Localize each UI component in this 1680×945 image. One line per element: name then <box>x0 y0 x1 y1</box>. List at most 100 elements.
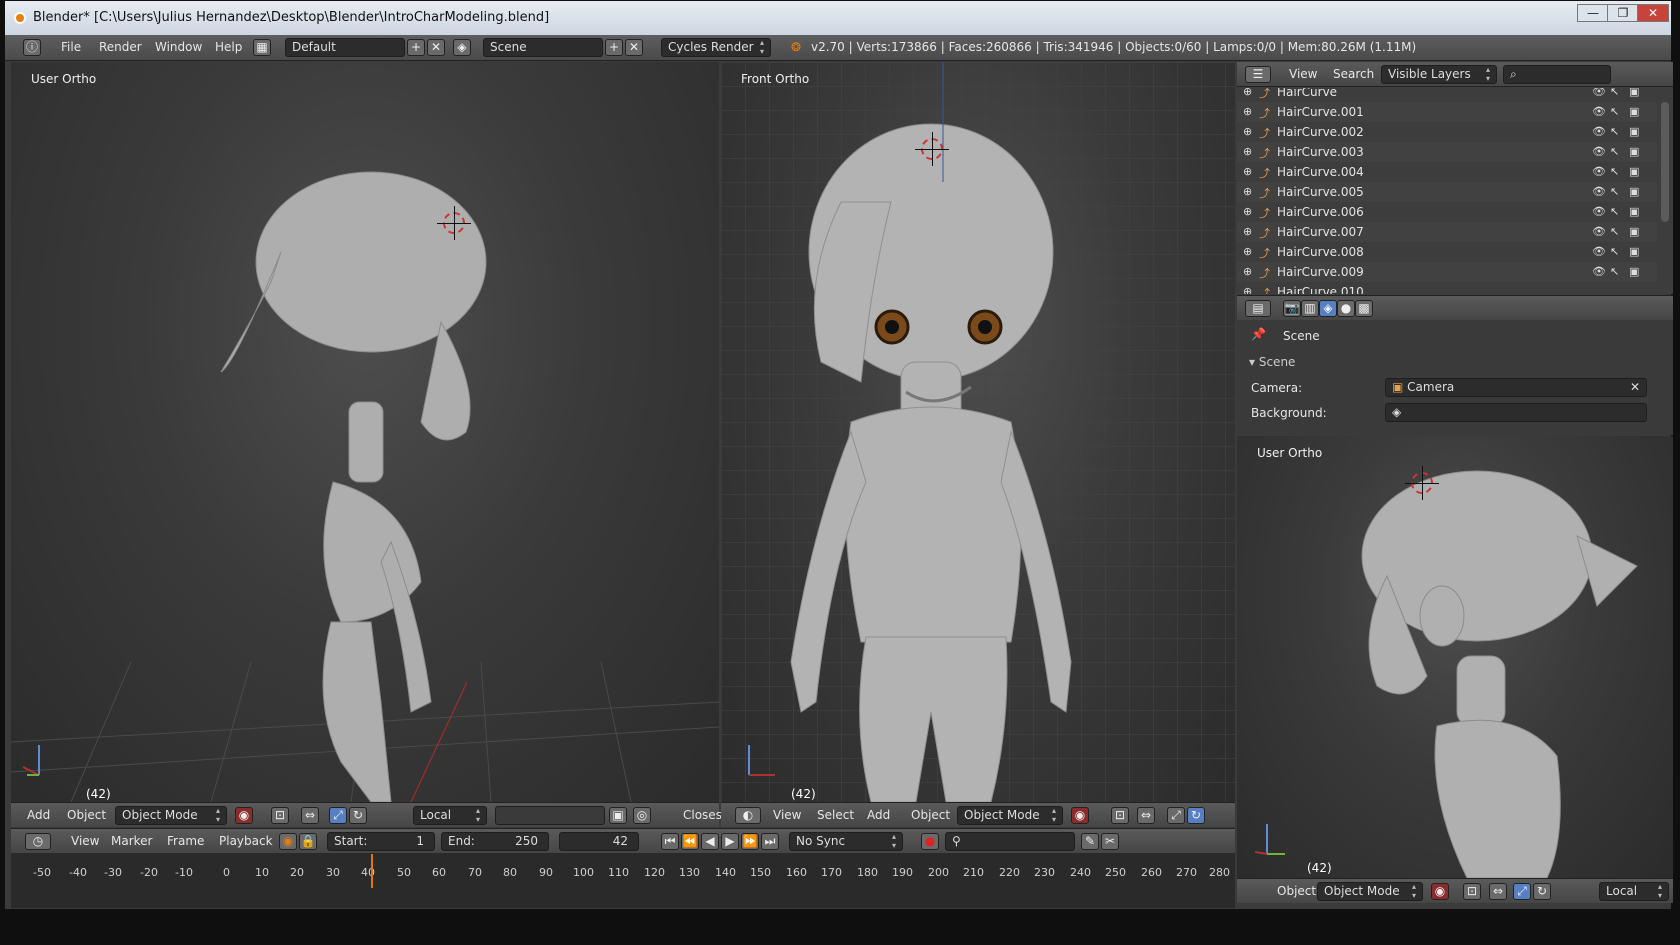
list-item[interactable]: ⊕ ⤴ HairCurve.010 <box>1237 282 1657 294</box>
tick-label: 240 <box>1070 866 1091 879</box>
render-preview-icon[interactable]: ▣ <box>609 807 627 824</box>
shading-icon[interactable]: ◉ <box>235 807 253 824</box>
world-tab-icon[interactable]: ● <box>1337 300 1355 317</box>
properties-header: ▤ 📷 ▥ ◈ ● ▩ <box>1237 295 1673 320</box>
camera-field[interactable]: ▣ Camera ✕ <box>1385 378 1647 397</box>
scene-field[interactable]: Scene <box>483 38 603 57</box>
transform-orientation-dropdown[interactable]: Local <box>413 806 487 825</box>
screen-layout-icon[interactable]: ▦ <box>253 39 271 56</box>
mode-dropdown[interactable]: Object Mode <box>115 806 227 825</box>
layers-tab-icon[interactable]: ▥ <box>1301 300 1319 317</box>
list-item[interactable]: ⊕ ⤴ HairCurve.006 👁 ↖ ▣ <box>1237 202 1657 222</box>
screen-layout-field[interactable]: Default <box>285 38 405 57</box>
pin-icon[interactable]: 📌 <box>1251 327 1266 341</box>
mode-dropdown[interactable]: Object Mode <box>957 806 1063 825</box>
outliner-list: ⊕ ⤴ HairCurve 👁 ↖ ▣ ⊕ ⤴ HairCurve.001 👁 ↖ ▣ ⊕ ⤴ Hair… <box>1237 88 1657 294</box>
background-label: Background: <box>1251 406 1327 420</box>
list-item[interactable]: ⊕ ⤴ HairCurve.008 👁 ↖ ▣ <box>1237 242 1657 262</box>
menu-add[interactable]: Add <box>867 808 890 822</box>
manipulator-icon[interactable]: ⇔ <box>1489 883 1507 900</box>
pivot-icon[interactable]: ⊡ <box>271 807 289 824</box>
info-header: ⓘ File Render Window Help ▦ Default + ✕ … <box>5 35 1671 61</box>
shading-icon[interactable]: ◉ <box>1071 807 1089 824</box>
texture-tab-icon[interactable]: ▩ <box>1355 300 1373 317</box>
menu-select[interactable]: Select <box>817 808 854 822</box>
menu-object[interactable]: Object <box>1277 884 1316 898</box>
tick-label: 140 <box>715 866 736 879</box>
menu-object[interactable]: Object <box>911 808 950 822</box>
properties-breadcrumb: Scene <box>1283 329 1320 343</box>
scene-tab-icon[interactable]: ◈ <box>1319 300 1337 317</box>
tick-label: 60 <box>432 866 446 879</box>
list-item[interactable]: ⊕ ⤴ HairCurve.007 👁 ↖ ▣ <box>1237 222 1657 242</box>
playhead[interactable] <box>371 854 373 888</box>
add-layout-button[interactable]: + <box>407 39 425 56</box>
timeline-ruler[interactable]: -50 -40 -30 -20 -10 0 10 20 30 40 50 60 … <box>11 828 1235 908</box>
tick-label: 150 <box>750 866 771 879</box>
menu-view[interactable]: View <box>1289 67 1317 81</box>
outliner-search-input[interactable]: ⌕ <box>1503 65 1611 84</box>
tick-label: 280 <box>1209 866 1230 879</box>
close-window-button[interactable]: ✕ <box>1637 4 1669 22</box>
menu-object[interactable]: Object <box>67 808 106 822</box>
viewport-right[interactable]: User Ortho (42) <box>1237 436 1673 878</box>
tick-label: 0 <box>223 866 230 879</box>
tick-label: 110 <box>608 866 629 879</box>
tick-label: -40 <box>69 866 87 879</box>
list-item[interactable]: ⊕ ⤴ HairCurve.009 👁 ↖ ▣ <box>1237 262 1657 282</box>
layer-buttons[interactable] <box>495 806 605 825</box>
viewport-front[interactable]: Front Ortho (42) <box>721 62 1235 802</box>
viewport-left-header: Add Object Object Mode ◉ ⊡ ⇔ ⤢ ↻ Local ▣… <box>11 802 727 827</box>
maximize-button[interactable]: ❐ <box>1607 4 1639 22</box>
list-item[interactable]: ⊕ ⤴ HairCurve 👁 ↖ ▣ <box>1237 88 1657 102</box>
rotate-icon[interactable]: ↻ <box>1533 883 1551 900</box>
tick-label: 190 <box>892 866 913 879</box>
translate-icon[interactable]: ⤢ <box>329 807 347 824</box>
proportional-edit-icon[interactable]: ◎ <box>633 807 651 824</box>
background-field[interactable]: ◈ <box>1385 403 1647 422</box>
list-item[interactable]: ⊕ ⤴ HairCurve.001 👁 ↖ ▣ <box>1237 102 1657 122</box>
properties-type-icon[interactable]: ▤ <box>1245 300 1271 317</box>
list-item[interactable]: ⊕ ⤴ HairCurve.002 👁 ↖ ▣ <box>1237 122 1657 142</box>
manipulator-icon[interactable]: ⇔ <box>301 807 319 824</box>
add-scene-button[interactable]: + <box>605 39 623 56</box>
list-item[interactable]: ⊕ ⤴ HairCurve.004 👁 ↖ ▣ <box>1237 162 1657 182</box>
mode-dropdown[interactable]: Object Mode <box>1317 882 1423 901</box>
editor-type-icon[interactable]: ⓘ <box>23 39 41 56</box>
tick-label: 100 <box>573 866 594 879</box>
pivot-icon[interactable]: ⊡ <box>1111 807 1129 824</box>
render-engine-dropdown[interactable]: Cycles Render <box>661 38 771 57</box>
menu-search[interactable]: Search <box>1333 67 1374 81</box>
frame-indicator: (42) <box>791 787 816 801</box>
menu-window[interactable]: Window <box>155 40 202 54</box>
outliner-type-icon[interactable]: ☰ <box>1245 66 1271 83</box>
menu-file[interactable]: File <box>61 40 81 54</box>
pivot-icon[interactable]: ⊡ <box>1463 883 1481 900</box>
shading-icon[interactable]: ◉ <box>1431 883 1449 900</box>
menu-view[interactable]: View <box>773 808 801 822</box>
scene-icon[interactable]: ◈ <box>453 39 471 56</box>
translate-icon[interactable]: ⤢ <box>1167 807 1185 824</box>
clear-camera-icon[interactable]: ✕ <box>1630 379 1640 396</box>
manipulator-icon[interactable]: ⇔ <box>1137 807 1155 824</box>
menu-help[interactable]: Help <box>215 40 242 54</box>
list-item[interactable]: ⊕ ⤴ HairCurve.005 👁 ↖ ▣ <box>1237 182 1657 202</box>
minimize-button[interactable]: — <box>1577 4 1609 22</box>
scene-panel-header[interactable]: ▾ Scene <box>1249 355 1295 369</box>
tick-label: -10 <box>175 866 193 879</box>
menu-render[interactable]: Render <box>99 40 142 54</box>
rotate-icon[interactable]: ↻ <box>349 807 367 824</box>
render-tab-icon[interactable]: 📷 <box>1283 300 1301 317</box>
remove-layout-button[interactable]: ✕ <box>427 39 445 56</box>
viewport-left[interactable]: User Ortho (42) <box>11 62 719 802</box>
menu-add[interactable]: Add <box>27 808 50 822</box>
rotate-icon[interactable]: ↻ <box>1187 807 1205 824</box>
remove-scene-button[interactable]: ✕ <box>625 39 643 56</box>
transform-orientation-dropdown[interactable]: Local <box>1599 882 1669 901</box>
display-filter-dropdown[interactable]: Visible Layers <box>1381 65 1497 84</box>
translate-icon[interactable]: ⤢ <box>1513 883 1531 900</box>
list-item[interactable]: ⊕ ⤴ HairCurve.003 👁 ↖ ▣ <box>1237 142 1657 162</box>
editor-type-icon[interactable]: ◐ <box>735 807 761 824</box>
outliner-scrollbar[interactable] <box>1661 102 1669 222</box>
scene-stats: v2.70 | Verts:173866 | Faces:260866 | Tr… <box>811 40 1417 54</box>
